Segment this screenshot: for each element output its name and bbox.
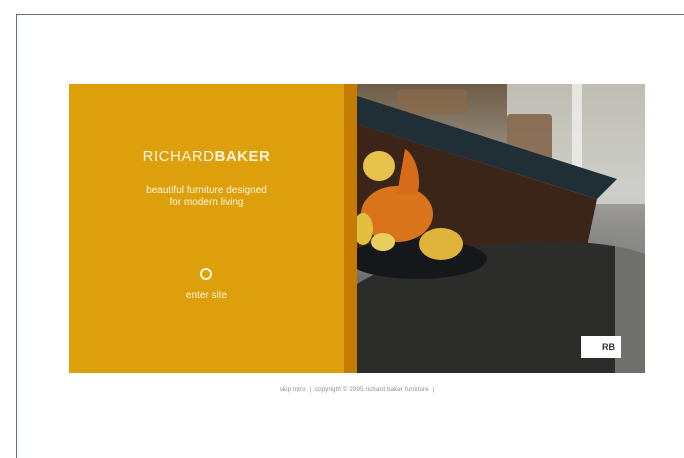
tagline: beautiful furniture designed for modern … <box>69 185 344 209</box>
tiny-squash <box>371 233 395 251</box>
yellow-squash <box>363 151 395 181</box>
skip-intro-link[interactable]: skip intro <box>280 387 306 393</box>
copyright-text: copyright © 2005 richard baker furniture <box>314 387 429 393</box>
hero-photo <box>357 84 645 373</box>
brand-logo: RICHARDBAKER <box>69 148 344 165</box>
accent-strip <box>344 84 357 373</box>
intro-stage: RICHARDBAKER beautiful furniture designe… <box>69 84 645 373</box>
footer-links: skip intro | copyright © 2005 richard ba… <box>69 387 645 393</box>
brand-name-bold: BAKER <box>214 148 271 165</box>
circle-icon[interactable] <box>200 268 212 280</box>
brand-name-light: RICHARD <box>142 148 215 165</box>
chair-top <box>397 89 467 114</box>
tagline-line-2: for modern living <box>169 197 244 208</box>
brand-panel: RICHARDBAKER beautiful furniture designe… <box>69 84 344 373</box>
footer-separator-end: | <box>432 387 435 393</box>
hero-photo-illustration <box>357 84 645 373</box>
gold-squash <box>419 228 463 260</box>
footer-separator: | <box>309 387 312 393</box>
enter-site-link[interactable]: enter site <box>69 290 344 301</box>
rb-logo-badge: RB <box>581 336 621 358</box>
tagline-line-1: beautiful furniture designed <box>146 185 267 196</box>
